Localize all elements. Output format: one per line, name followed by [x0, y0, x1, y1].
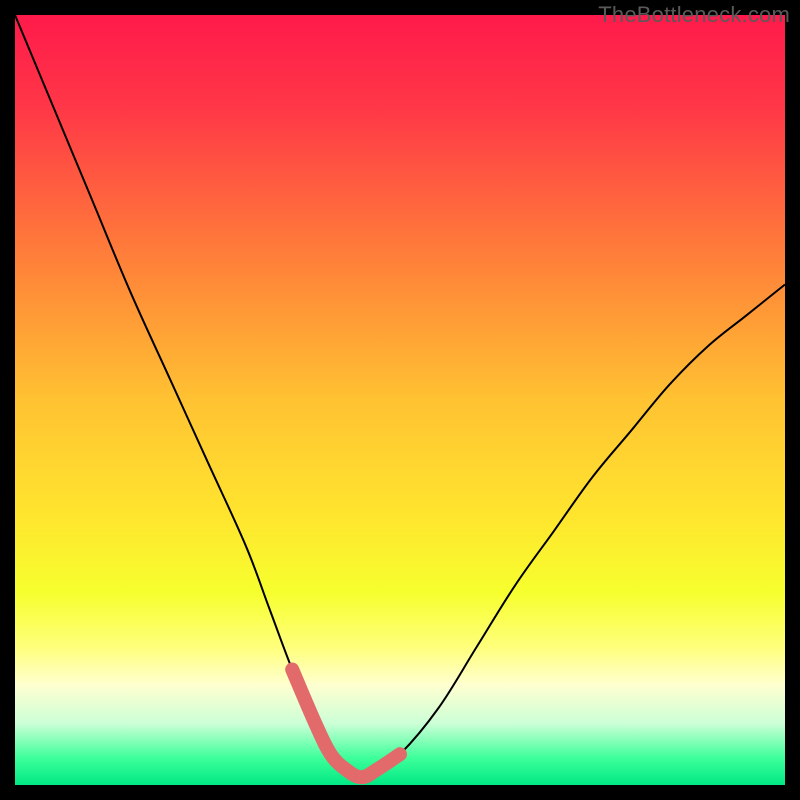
watermark-text: TheBottleneck.com: [598, 2, 790, 28]
chart-frame: [15, 15, 785, 785]
chart-background: [15, 15, 785, 785]
bottleneck-chart: [15, 15, 785, 785]
